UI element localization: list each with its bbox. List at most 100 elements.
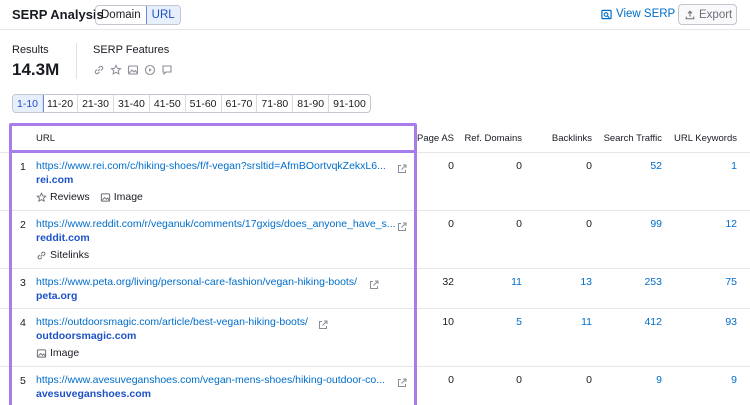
table-header: URL Page AS Ref. Domains Backlinks Searc… xyxy=(0,122,750,153)
result-domain[interactable]: reddit.com xyxy=(36,232,90,244)
result-features: Image xyxy=(36,347,79,359)
cell-search-traffic[interactable]: 253 xyxy=(622,276,662,288)
cell-backlinks: 0 xyxy=(586,374,592,386)
cell-page-as: 0 xyxy=(448,160,454,172)
result-domain[interactable]: peta.org xyxy=(36,290,77,302)
feature-image: Image xyxy=(100,191,143,203)
cell-search-traffic[interactable]: 52 xyxy=(622,160,662,172)
results-label: Results xyxy=(12,44,49,56)
mode-switch: Domain URL xyxy=(95,5,181,25)
row-number: 2 xyxy=(20,219,26,231)
page-51-60[interactable]: 51-60 xyxy=(186,95,222,112)
col-url-keywords[interactable]: URL Keywords xyxy=(672,133,737,144)
result-features: Sitelinks xyxy=(36,249,89,261)
cell-ref-domains: 0 xyxy=(516,374,522,386)
row-number: 1 xyxy=(20,161,26,173)
external-link-icon[interactable] xyxy=(369,277,379,289)
image-icon xyxy=(100,192,110,202)
external-link-icon[interactable] xyxy=(397,375,407,387)
comment-icon xyxy=(161,63,173,76)
result-url[interactable]: https://www.rei.com/c/hiking-shoes/f/f-v… xyxy=(36,160,386,172)
cell-url-keywords[interactable]: 12 xyxy=(697,218,737,230)
image-icon xyxy=(36,348,47,358)
cell-backlinks: 0 xyxy=(586,160,592,172)
page-81-90[interactable]: 81-90 xyxy=(293,95,330,112)
result-domain[interactable]: avesuveganshoes.com xyxy=(36,388,151,400)
feature-image: Image xyxy=(36,347,79,359)
cell-page-as: 32 xyxy=(442,276,454,288)
cell-ref-domains[interactable]: 5 xyxy=(482,316,522,328)
result-url[interactable]: https://www.peta.org/living/personal-car… xyxy=(36,276,357,288)
link-icon xyxy=(37,251,46,259)
cell-ref-domains: 0 xyxy=(516,218,522,230)
image-icon xyxy=(127,63,139,75)
row-number: 3 xyxy=(20,277,26,289)
page-91-100[interactable]: 91-100 xyxy=(329,95,370,112)
result-domain[interactable]: outdoorsmagic.com xyxy=(36,330,136,342)
page-61-70[interactable]: 61-70 xyxy=(222,95,258,112)
page-1-10[interactable]: 1-10 xyxy=(12,95,45,112)
view-serp-label: View SERP xyxy=(616,8,676,20)
col-backlinks[interactable]: Backlinks xyxy=(540,133,592,144)
serp-window-icon xyxy=(601,9,612,19)
cell-backlinks: 0 xyxy=(586,218,592,230)
cell-page-as: 0 xyxy=(448,374,454,386)
row-number: 5 xyxy=(20,375,26,387)
serp-features-icons xyxy=(93,63,173,76)
row-number: 4 xyxy=(20,317,26,329)
tab-domain[interactable]: Domain xyxy=(96,6,146,24)
serp-features-label: SERP Features xyxy=(93,44,170,56)
cell-page-as: 10 xyxy=(442,316,454,328)
table-row: 3 https://www.peta.org/living/personal-c… xyxy=(0,269,750,309)
cell-backlinks[interactable]: 13 xyxy=(552,276,592,288)
page-title: SERP Analysis xyxy=(12,7,104,22)
cell-backlinks[interactable]: 11 xyxy=(552,316,592,328)
pagination: 1-10 11-20 21-30 31-40 41-50 51-60 61-70… xyxy=(12,94,371,113)
col-ref-domains[interactable]: Ref. Domains xyxy=(458,133,522,144)
table-row: 4 https://outdoorsmagic.com/article/best… xyxy=(0,309,750,367)
table-row: 5 https://www.avesuveganshoes.com/vegan-… xyxy=(0,367,750,405)
export-label: Export xyxy=(699,8,733,21)
export-button[interactable]: Export xyxy=(678,4,737,25)
link-icon xyxy=(93,63,105,75)
cell-search-traffic[interactable]: 99 xyxy=(622,218,662,230)
star-icon xyxy=(36,191,47,202)
cell-url-keywords[interactable]: 9 xyxy=(697,374,737,386)
page-11-20[interactable]: 11-20 xyxy=(43,95,79,112)
feature-reviews: Reviews xyxy=(36,191,90,203)
external-link-icon[interactable] xyxy=(397,161,407,173)
external-link-icon[interactable] xyxy=(397,219,407,231)
view-serp-link[interactable]: View SERP xyxy=(601,8,675,20)
page-31-40[interactable]: 31-40 xyxy=(114,95,150,112)
upload-icon xyxy=(685,9,695,19)
cell-search-traffic[interactable]: 9 xyxy=(622,374,662,386)
cell-ref-domains[interactable]: 11 xyxy=(482,276,522,288)
col-search-traffic[interactable]: Search Traffic xyxy=(598,133,662,144)
cell-url-keywords[interactable]: 75 xyxy=(697,276,737,288)
star-icon xyxy=(110,63,122,75)
cell-url-keywords[interactable]: 1 xyxy=(697,160,737,172)
tab-url[interactable]: URL xyxy=(145,6,180,24)
col-page-as[interactable]: Page AS xyxy=(414,133,454,144)
result-domain[interactable]: rei.com xyxy=(36,174,73,186)
top-bar: SERP Analysis Domain URL View SERP Expor… xyxy=(0,0,750,30)
results-value: 14.3M xyxy=(12,60,60,79)
cell-ref-domains: 0 xyxy=(516,160,522,172)
result-url[interactable]: https://www.avesuveganshoes.com/vegan-me… xyxy=(36,374,385,386)
table-row: 2 https://www.reddit.com/r/veganuk/comme… xyxy=(0,211,750,269)
cell-url-keywords[interactable]: 93 xyxy=(697,316,737,328)
table-row: 1 https://www.rei.com/c/hiking-shoes/f/f… xyxy=(0,153,750,211)
col-url[interactable]: URL xyxy=(36,133,55,144)
feature-sitelinks: Sitelinks xyxy=(36,249,89,261)
result-url[interactable]: https://outdoorsmagic.com/article/best-v… xyxy=(36,316,308,328)
video-icon xyxy=(144,63,156,76)
page-41-50[interactable]: 41-50 xyxy=(150,95,186,112)
page-71-80[interactable]: 71-80 xyxy=(257,95,294,112)
summary-divider xyxy=(76,43,77,79)
cell-page-as: 0 xyxy=(448,218,454,230)
page-21-30[interactable]: 21-30 xyxy=(78,95,114,112)
result-url[interactable]: https://www.reddit.com/r/veganuk/comment… xyxy=(36,218,396,230)
external-link-icon[interactable] xyxy=(318,317,328,329)
cell-search-traffic[interactable]: 412 xyxy=(622,316,662,328)
result-features: Reviews Image xyxy=(36,191,143,203)
